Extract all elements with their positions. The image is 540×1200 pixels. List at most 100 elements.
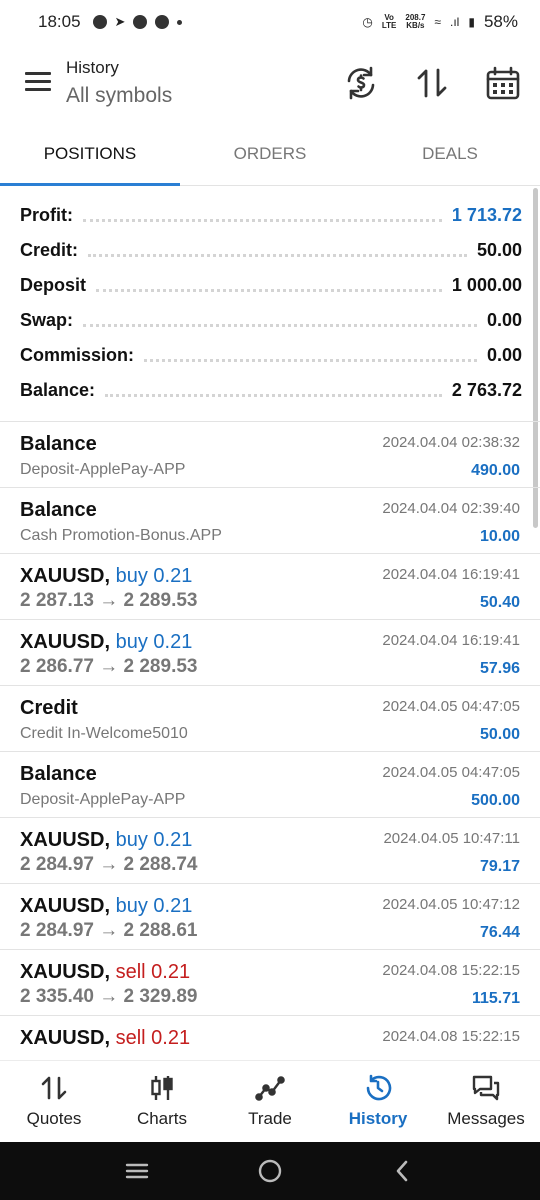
home-button[interactable] (250, 1156, 290, 1186)
notification-icons: ➤ (92, 14, 183, 30)
whatsapp-icon (133, 15, 148, 29)
summary-value: 1 000.00 (451, 275, 522, 295)
price-range: 2 286.77 → 2 289.53 (20, 656, 198, 677)
sort-icon[interactable] (413, 64, 451, 102)
history-item-title: Credit (20, 697, 78, 720)
tab-orders[interactable]: ORDERS (180, 124, 360, 185)
symbol-filter[interactable]: All symbols (66, 84, 172, 108)
nav-history[interactable]: History (324, 1061, 432, 1140)
history-item-comment: Deposit-ApplePay-APP (20, 791, 186, 808)
nav-charts[interactable]: Charts (108, 1061, 216, 1140)
history-item-time: 2024.04.05 04:47:05 (382, 698, 520, 715)
history-item-title: Balance (20, 499, 97, 522)
history-item-amount: 76.44 (479, 924, 520, 941)
history-item[interactable]: XAUUSD, buy 0.21 2 286.77 → 2 289.53 2024.… (0, 620, 540, 686)
summary-value: 0.00 (486, 310, 522, 330)
history-item-title: XAUUSD, buy 0.21 (20, 631, 192, 654)
recent-apps-button[interactable] (117, 1156, 157, 1186)
tab-deals[interactable]: DEALS (360, 124, 540, 185)
price-range: 2 287.13 → 2 289.53 (20, 590, 198, 611)
summary-value: 50.00 (476, 240, 522, 260)
history-item-symbol: XAUUSD, (20, 829, 111, 851)
history-item[interactable]: XAUUSD, buy 0.21 2 287.13 → 2 289.53 2024.… (0, 554, 540, 620)
back-icon (397, 1160, 408, 1182)
menu-icon[interactable] (25, 72, 51, 92)
history-item-amount: 50.00 (479, 726, 520, 743)
bottom-navigation: Quotes Charts Trade History Messages (0, 1060, 540, 1140)
currency-exchange-icon[interactable] (342, 64, 380, 102)
price-range: 2 284.97 → 2 288.74 (20, 854, 198, 875)
history-item-symbol: XAUUSD, (20, 1027, 111, 1049)
summary-value: 0.00 (486, 345, 522, 365)
history-item-symbol: Balance (20, 763, 97, 785)
history-item-amount: 490.00 (471, 462, 520, 479)
summary-row-balance: Balance: 2 763.72 (20, 373, 522, 408)
history-item-time: 2024.04.04 16:19:41 (382, 566, 520, 583)
price-range: 2 335.40 → 2 329.89 (20, 986, 198, 1007)
history-item-time: 2024.04.05 04:47:05 (382, 764, 520, 781)
nav-quotes[interactable]: Quotes (0, 1061, 108, 1140)
back-button[interactable] (383, 1156, 423, 1186)
history-item-title: Balance (20, 763, 97, 786)
recent-apps-icon (125, 1163, 148, 1179)
tab-positions[interactable]: POSITIONS (0, 124, 180, 186)
history-item[interactable]: XAUUSD, sell 0.21 2 335.40 → 2 329.89 2024… (0, 950, 540, 1016)
price-range: 2 284.97 → 2 288.61 (20, 920, 198, 941)
history-item-time: 2024.04.04 16:19:41 (382, 632, 520, 649)
history-item[interactable]: Credit Credit In-Welcome5010 2024.04.05 04… (0, 686, 540, 752)
calendar-icon[interactable] (484, 64, 522, 102)
trade-side: buy (115, 895, 148, 917)
home-icon (258, 1159, 282, 1183)
nav-label: Trade (248, 1108, 292, 1128)
summary-label: Credit: (20, 240, 78, 260)
telegram-icon: ➤ (114, 14, 126, 29)
history-item-amount: 500.00 (471, 792, 520, 809)
net-speed: 208.7 KB/s (405, 13, 426, 30)
trade-side: buy (115, 565, 148, 587)
battery-icon: ▮ (468, 15, 475, 29)
trade-side: buy (115, 631, 148, 653)
trade-icon (255, 1075, 285, 1101)
history-item-symbol: XAUUSD, (20, 961, 111, 983)
history-item-title: Balance (20, 433, 97, 456)
app-icon (155, 15, 170, 29)
history-tabs: POSITIONS ORDERS DEALS (0, 124, 540, 186)
app-header: History All symbols (0, 44, 540, 124)
trade-volume: 0.21 (151, 961, 191, 983)
page-title: History (66, 58, 119, 77)
history-item-amount: 57.96 (479, 660, 520, 677)
history-item-comment: Credit In-Welcome5010 (20, 725, 188, 742)
summary-value: 2 763.72 (451, 380, 522, 400)
nav-messages[interactable]: Messages (432, 1061, 540, 1140)
summary-value: 1 713.72 (451, 205, 522, 225)
history-item-amount: 79.17 (479, 858, 520, 875)
trade-volume: 0.21 (153, 829, 193, 851)
history-item-title: XAUUSD, sell 0.21 (20, 961, 190, 984)
history-item-symbol: Credit (20, 697, 78, 719)
history-item-amount: 50.40 (479, 594, 520, 611)
summary-row-swap: Swap: 0.00 (20, 303, 522, 338)
history-item[interactable]: XAUUSD, sell 0.21 2024.04.08 15:22:15 (0, 1016, 540, 1055)
history-item-symbol: XAUUSD, (20, 631, 111, 653)
nav-label: History (348, 1108, 408, 1128)
history-item-title: XAUUSD, buy 0.21 (20, 565, 192, 588)
history-item[interactable]: XAUUSD, buy 0.21 2 284.97 → 2 288.61 2024.… (0, 884, 540, 950)
history-item[interactable]: Balance Cash Promotion-Bonus.APP 2024.04.0… (0, 488, 540, 554)
summary-label: Deposit (20, 275, 87, 295)
trade-volume: 0.21 (151, 1027, 191, 1049)
messages-icon (472, 1075, 500, 1100)
trade-side: buy (115, 829, 148, 851)
summary-label: Balance: (20, 380, 96, 400)
history-item[interactable]: XAUUSD, buy 0.21 2 284.97 → 2 288.74 2024.… (0, 818, 540, 884)
quotes-icon (41, 1076, 67, 1099)
nav-label: Quotes (26, 1108, 82, 1128)
history-list[interactable]: Balance Deposit-ApplePay-APP 2024.04.04 02… (0, 421, 540, 1055)
history-item-comment: Cash Promotion-Bonus.APP (20, 527, 222, 544)
nav-trade[interactable]: Trade (216, 1061, 324, 1140)
summary-label: Profit: (20, 205, 73, 225)
history-item-symbol: Balance (20, 433, 97, 455)
history-item[interactable]: Balance Deposit-ApplePay-APP 2024.04.05 04… (0, 752, 540, 818)
summary-row-credit: Credit: 50.00 (20, 233, 522, 268)
charts-icon (151, 1075, 173, 1100)
history-item[interactable]: Balance Deposit-ApplePay-APP 2024.04.04 02… (0, 422, 540, 488)
